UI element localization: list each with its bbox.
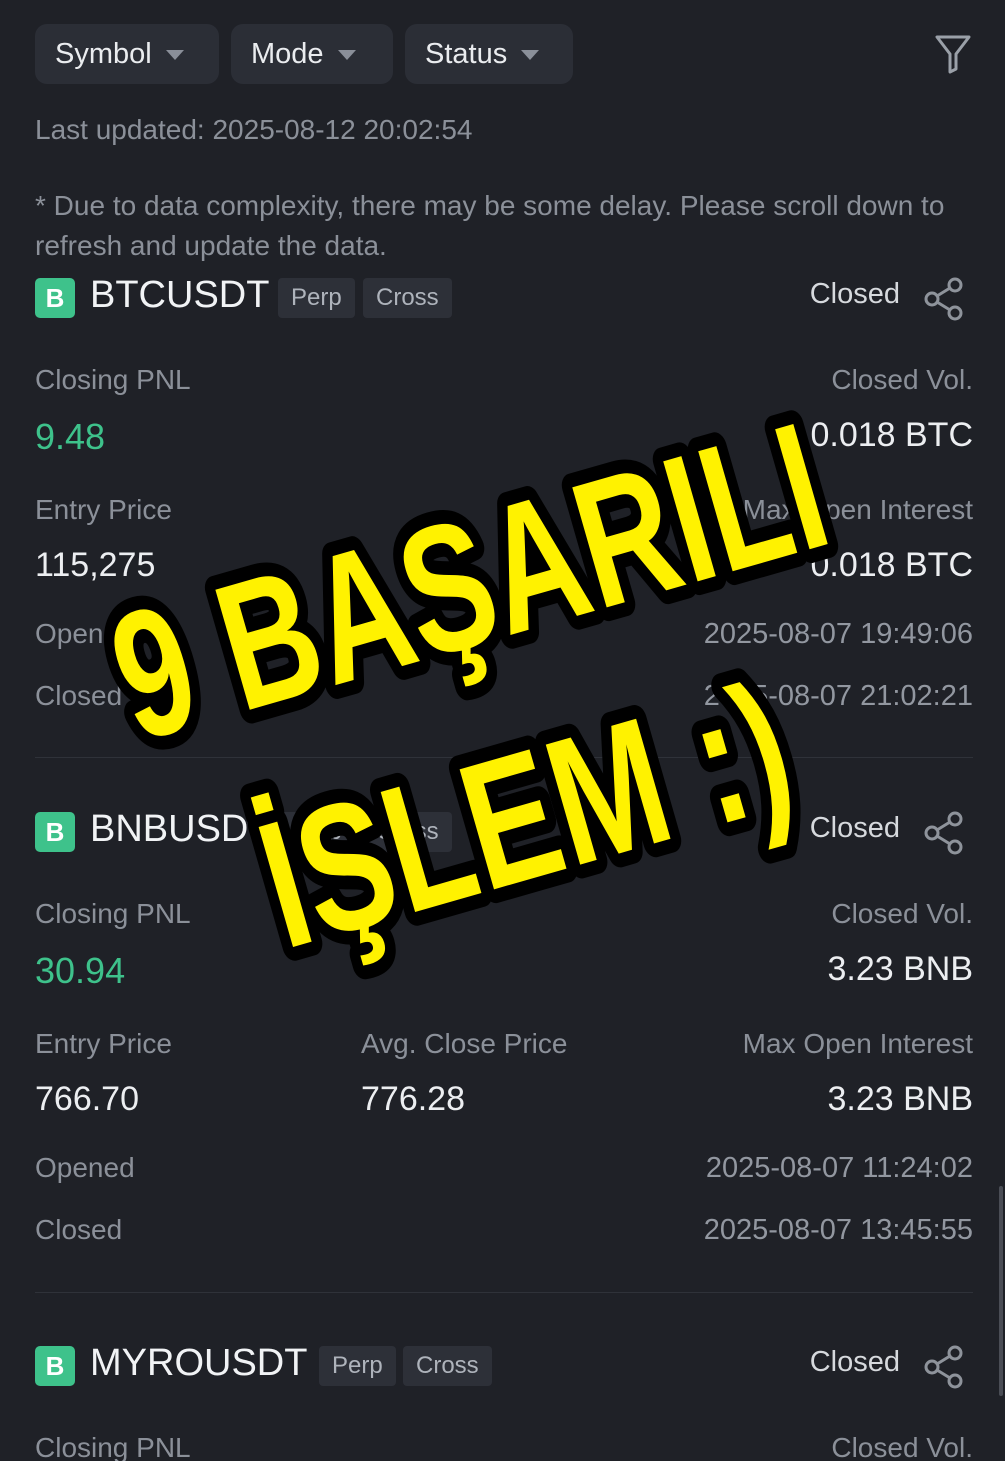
share-icon[interactable] [921,276,967,322]
position-card[interactable]: B BTCUSDT Perp Cross Closed Closing PNL … [35,274,973,766]
entry-price-value: 115,275 [35,546,156,584]
closed-vol-label: Closed Vol. [831,364,973,395]
margin-mode-tag: Cross [363,812,452,852]
position-symbol: MYROUSDT [90,1344,308,1384]
mode-filter-label: Mode [251,37,324,70]
closed-vol-value: 3.23 BNB [827,950,973,988]
closed-label: Closed [35,1214,123,1245]
closed-vol-value: 0.018 BTC [810,416,973,454]
opened-label: Opened [35,1152,135,1183]
share-icon[interactable] [921,810,967,856]
data-delay-disclaimer: * Due to data complexity, there may be s… [35,190,945,261]
opened-timestamp: 2025-08-07 11:24:02 [705,1152,973,1184]
caret-down-icon [337,50,356,60]
closed-vol-label: Closed Vol. [831,1432,973,1461]
caret-down-icon [165,50,184,60]
entry-price-value: 766.70 [35,1080,139,1118]
max-open-interest-value: 0.018 BTC [810,546,973,584]
symbol-filter-label: Symbol [55,37,152,70]
mode-filter-dropdown[interactable]: Mode [231,24,393,84]
position-card-header: B BNBUSDT Perp Cross Closed [35,808,973,856]
closed-label: Closed [35,680,123,711]
exchange-badge: B [35,278,75,318]
contract-type-tag: Perp [319,1346,396,1386]
entry-price-label: Entry Price [35,494,172,525]
closed-vol-label: Closed Vol. [831,898,973,929]
position-status: Closed [809,812,900,844]
avg-close-price-value: 776.28 [361,1080,465,1118]
avg-close-price-label: Avg. Close Price [361,1028,568,1059]
caret-down-icon [521,50,540,60]
card-divider [35,1292,973,1293]
opened-timestamp: 2025-08-07 19:49:06 [703,618,973,650]
status-filter-label: Status [425,37,508,70]
card-divider [35,757,973,758]
position-card[interactable]: B MYROUSDT Perp Cross Closed Closing PNL… [35,1344,973,1461]
scrollbar[interactable] [999,1186,1003,1396]
max-open-interest-value: 3.23 BNB [827,1080,973,1118]
filter-bar: Symbol Mode Status [35,24,973,84]
position-status: Closed [809,1346,900,1378]
max-open-interest-label: Max Open Interest [742,1028,973,1059]
position-symbol: BNBUSDT [90,808,272,850]
entry-price-label: Entry Price [35,1028,172,1059]
margin-mode-tag: Cross [363,278,452,318]
contract-type-tag: Perp [278,278,355,318]
opened-label: Opened [35,618,135,649]
position-card-header: B BTCUSDT Perp Cross Closed [35,274,973,322]
contract-type-tag: Perp [278,812,355,852]
closing-pnl-value: 9.48 [35,416,106,457]
exchange-badge: B [35,1346,75,1386]
share-icon[interactable] [921,1344,967,1390]
position-symbol: BTCUSDT [90,274,270,316]
closing-pnl-label: Closing PNL [35,898,191,929]
symbol-filter-dropdown[interactable]: Symbol [35,24,219,84]
closed-timestamp: 2025-08-07 13:45:55 [703,1214,973,1246]
max-open-interest-label: Max Open Interest [742,494,973,525]
position-card-header: B MYROUSDT Perp Cross Closed [35,1344,973,1390]
exchange-badge: B [35,812,75,852]
last-updated-text: Last updated: 2025-08-12 20:02:54 [35,114,473,145]
position-status: Closed [809,278,900,310]
closing-pnl-value: 30.94 [35,950,126,991]
funnel-icon[interactable] [933,32,973,76]
status-filter-dropdown[interactable]: Status [405,24,573,84]
closing-pnl-label: Closing PNL [35,364,191,395]
margin-mode-tag: Cross [403,1346,492,1386]
closing-pnl-label: Closing PNL [35,1432,191,1461]
closed-timestamp: 2025-08-07 21:02:21 [703,680,973,712]
position-card[interactable]: B BNBUSDT Perp Cross Closed Closing PNL … [35,808,973,1290]
